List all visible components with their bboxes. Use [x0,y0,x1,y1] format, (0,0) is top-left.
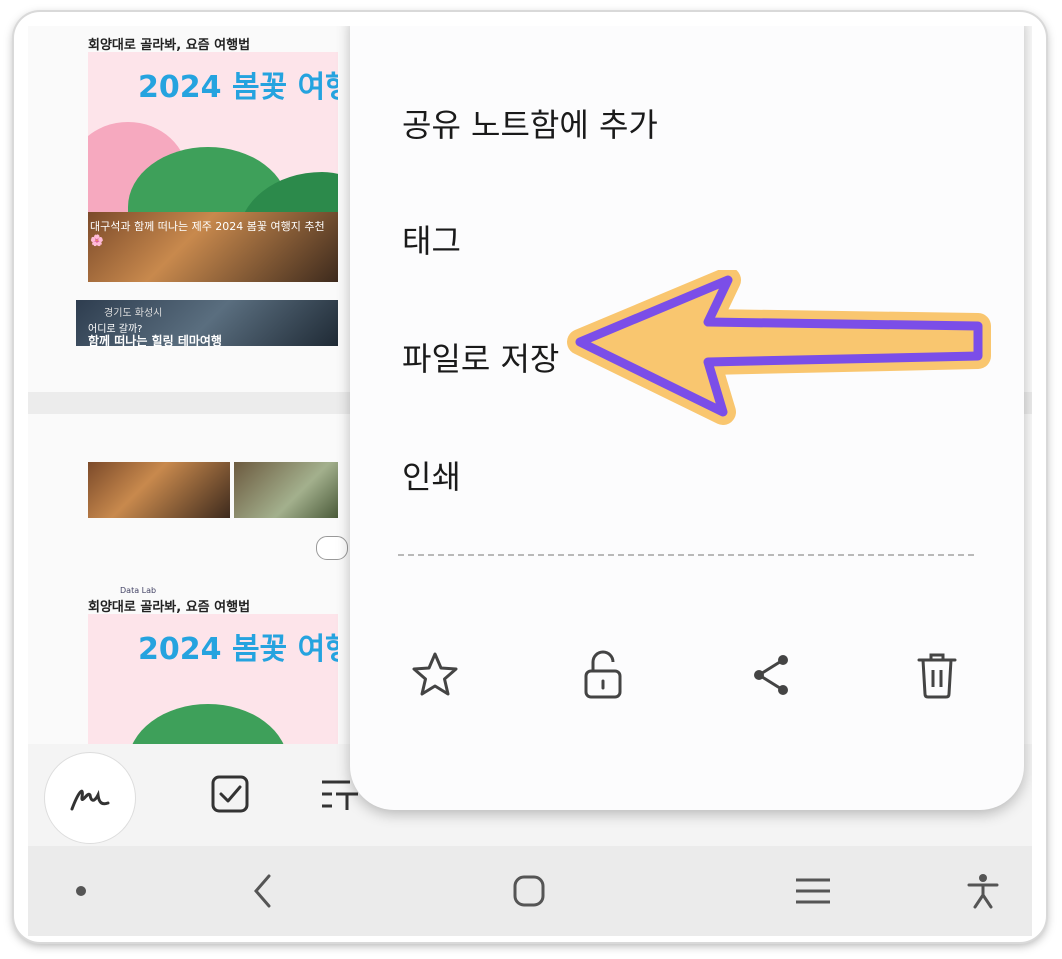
banner-title: 2024 봄꽃 여행 [138,632,338,667]
accessibility-button[interactable] [960,868,1006,914]
note-card-caption: 회양대로 골라봐, 요즘 여행법 [88,38,251,53]
star-icon [412,652,458,696]
menu-item-add-to-shared-notebook[interactable]: 공유 노트함에 추가 [402,100,658,146]
home-button[interactable] [506,868,552,914]
travel-card-region: 경기도 화성시 [104,308,163,319]
travel-card-title: 함께 떠나는 힐링 테마여행 [88,334,222,348]
handwriting-pen-icon [70,789,110,811]
accessibility-icon [967,874,999,909]
checkbox-button[interactable] [208,772,252,816]
menu-item-tags[interactable]: 태그 [402,216,461,262]
checkbox-icon [211,775,249,813]
favorite-button[interactable] [408,648,462,702]
home-icon [513,875,545,907]
menu-separator [398,554,974,556]
hill-shape [128,704,288,744]
handwriting-button[interactable] [44,752,136,844]
photo-caption: 대구석과 함께 떠나는 제주 2024 봄꽃 여행지 추천🌸 [90,220,325,247]
lock-button[interactable] [576,648,630,702]
photo-thumbnail[interactable] [234,462,338,518]
system-navigation-bar [28,846,1032,936]
recents-button[interactable] [790,868,836,914]
share-icon [754,655,788,695]
screen: 회양대로 골라봐, 요즘 여행법 2024 봄꽃 여행 대구석과 함께 떠나는 … [28,26,1032,936]
photo-thumbnail[interactable] [88,462,230,518]
share-button[interactable] [744,648,798,702]
nav-dot [58,868,104,914]
recents-icon [796,878,830,904]
brand-label: Data Lab [120,586,157,595]
back-button[interactable] [240,868,286,914]
travel-card[interactable]: 경기도 화성시 어디로 갈까? 함께 떠나는 힐링 테마여행 [76,300,338,348]
photo-thumbnail[interactable]: 대구석과 함께 떠나는 제주 2024 봄꽃 여행지 추천🌸 [88,212,338,282]
menu-item-save-as-file[interactable]: 파일로 저장 [402,334,559,380]
note-card-caption: 회양대로 골라봐, 요즘 여행법 [88,600,251,615]
delete-button[interactable] [910,648,964,702]
annotation-arrow [567,270,991,425]
menu-item-print[interactable]: 인쇄 [402,452,461,498]
banner-title: 2024 봄꽃 여행 [138,70,338,105]
back-icon [254,874,271,908]
expand-pill[interactable] [316,536,348,560]
device-frame: 회양대로 골라봐, 요즘 여행법 2024 봄꽃 여행 대구석과 함께 떠나는 … [14,12,1046,942]
dot-icon [76,886,86,896]
trash-icon [917,653,957,699]
unlock-icon [584,650,622,699]
spring-travel-banner[interactable]: 2024 봄꽃 여행 [88,614,338,744]
